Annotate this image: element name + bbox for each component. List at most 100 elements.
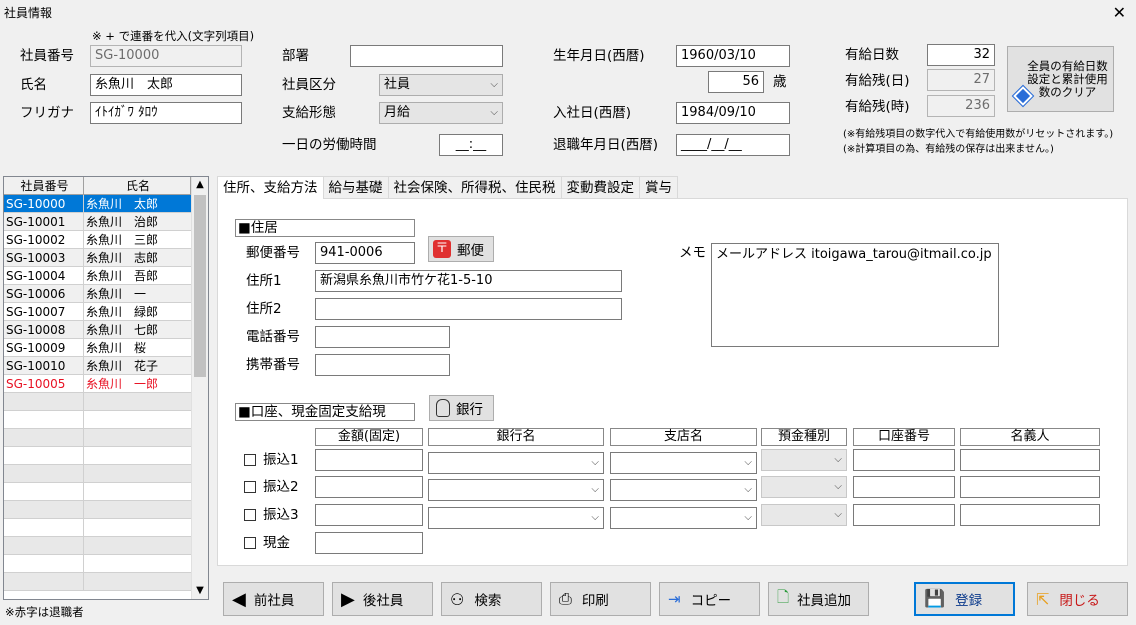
table-row[interactable] xyxy=(4,447,208,465)
account-no-field[interactable] xyxy=(853,504,955,526)
table-row[interactable]: SG-10002 糸魚川 三郎 xyxy=(4,231,208,249)
tab-salary-basis[interactable]: 給与基礎 xyxy=(322,176,389,198)
join-field[interactable]: 1984/09/10 xyxy=(676,102,790,124)
add-employee-button[interactable]: 🗋 社員追加 xyxy=(768,582,869,616)
bank-name-select[interactable]: ⌵ xyxy=(428,507,604,529)
deposit-type-select[interactable]: ⌵ xyxy=(761,476,847,498)
scroll-thumb[interactable] xyxy=(194,195,206,377)
row-checkbox[interactable] xyxy=(244,481,256,493)
holder-field[interactable] xyxy=(960,449,1100,471)
tab-bonus[interactable]: 賞与 xyxy=(639,176,678,198)
cell-emp-no xyxy=(4,429,84,447)
scrollbar[interactable]: ▲ ▼ xyxy=(191,177,208,599)
dept-field[interactable] xyxy=(350,45,503,67)
close-button[interactable]: ⇱ 閉じる xyxy=(1027,582,1128,616)
chevron-down-icon: ⌵ xyxy=(744,457,752,468)
deposit-type-select[interactable]: ⌵ xyxy=(761,449,847,471)
cell-emp-no xyxy=(4,537,84,555)
close-icon[interactable]: ✕ xyxy=(1113,3,1126,22)
bank-name-select[interactable]: ⌵ xyxy=(428,479,604,501)
leave-rem-day-field[interactable]: 27 xyxy=(927,69,995,91)
name-field[interactable]: 糸魚川 太郎 xyxy=(90,74,242,96)
scroll-down-icon[interactable]: ▼ xyxy=(192,583,208,599)
tab-insurance-tax[interactable]: 社会保険、所得税、住民税 xyxy=(387,176,562,198)
amount-field[interactable] xyxy=(315,449,423,471)
cell-name xyxy=(84,501,191,519)
amount-field[interactable] xyxy=(315,532,423,554)
holder-field[interactable] xyxy=(960,504,1100,526)
tab-variable-cost[interactable]: 変動費設定 xyxy=(560,176,640,198)
retire-field[interactable]: ____/__/__ xyxy=(676,134,790,156)
table-row[interactable] xyxy=(4,483,208,501)
branch-select[interactable]: ⌵ xyxy=(610,479,757,501)
hours-field[interactable]: __:__ xyxy=(439,134,503,156)
table-row[interactable]: SG-10008 糸魚川 七郎 xyxy=(4,321,208,339)
cell-emp-no: SG-10009 xyxy=(4,339,84,357)
branch-select[interactable]: ⌵ xyxy=(610,507,757,529)
addr1-field[interactable]: 新潟県糸魚川市竹ケ花1-5-10 xyxy=(315,270,622,292)
leave-days-field[interactable]: 32 xyxy=(927,44,995,66)
table-row[interactable] xyxy=(4,429,208,447)
clear-leave-button[interactable]: 全員の有給日数設定と累計使用数のクリア xyxy=(1007,46,1114,112)
bank-name-select[interactable]: ⌵ xyxy=(428,452,604,474)
table-row[interactable]: SG-10001 糸魚川 治郎 xyxy=(4,213,208,231)
kana-field[interactable]: ｲﾄｲｶﾞﾜ ﾀﾛｳ xyxy=(90,102,242,124)
amount-field[interactable] xyxy=(315,476,423,498)
deposit-type-select[interactable]: ⌵ xyxy=(761,504,847,526)
table-row[interactable]: SG-10007 糸魚川 緑郎 xyxy=(4,303,208,321)
branch-select[interactable]: ⌵ xyxy=(610,452,757,474)
tab-address[interactable]: 住所、支給方法 xyxy=(217,176,324,199)
leave-rem-hour-field[interactable]: 236 xyxy=(927,95,995,117)
addr2-field[interactable] xyxy=(315,298,622,320)
row-checkbox[interactable] xyxy=(244,537,256,549)
bank-button[interactable]: 銀行 xyxy=(429,395,494,421)
birth-field[interactable]: 1960/03/10 xyxy=(676,45,790,67)
copy-button[interactable]: ⇥ コピー xyxy=(659,582,760,616)
zip-field[interactable]: 941-0006 xyxy=(315,242,415,264)
account-no-field[interactable] xyxy=(853,476,955,498)
prev-employee-button[interactable]: ◀ 前社員 xyxy=(223,582,324,616)
account-no-field[interactable] xyxy=(853,449,955,471)
pay-select[interactable]: 月給 ⌵ xyxy=(379,102,503,124)
amount-field[interactable] xyxy=(315,504,423,526)
cell-emp-no xyxy=(4,447,84,465)
tel-field[interactable] xyxy=(315,326,450,348)
table-row[interactable]: SG-10000 糸魚川 太郎 xyxy=(4,195,208,213)
amount-header: 金額(固定) xyxy=(315,428,423,446)
memo-field[interactable]: メールアドレス itoigawa_tarou@itmail.co.jp xyxy=(711,243,999,347)
save-button[interactable]: 💾 登録 xyxy=(914,582,1015,616)
table-row[interactable] xyxy=(4,465,208,483)
next-employee-button[interactable]: ▶ 後社員 xyxy=(332,582,433,616)
holder-field[interactable] xyxy=(960,476,1100,498)
row-label: 振込3 xyxy=(263,507,299,523)
table-row[interactable] xyxy=(4,555,208,573)
cell-emp-no: SG-10002 xyxy=(4,231,84,249)
search-button[interactable]: ⚇ 検索 xyxy=(441,582,542,616)
scroll-up-icon[interactable]: ▲ xyxy=(192,177,208,193)
mobile-field[interactable] xyxy=(315,354,450,376)
table-row[interactable] xyxy=(4,393,208,411)
employee-list[interactable]: 社員番号 氏名 SG-10000 糸魚川 太郎 SG-10001 糸魚川 治郎 SG-1… xyxy=(3,176,209,600)
print-button[interactable]: ⎙ 印刷 xyxy=(550,582,651,616)
table-row[interactable] xyxy=(4,573,208,591)
table-row[interactable] xyxy=(4,501,208,519)
table-row[interactable] xyxy=(4,411,208,429)
row-checkbox[interactable] xyxy=(244,509,256,521)
table-row[interactable] xyxy=(4,519,208,537)
row-checkbox[interactable] xyxy=(244,454,256,466)
cell-name: 糸魚川 一 xyxy=(84,285,191,303)
table-row[interactable] xyxy=(4,537,208,555)
table-row[interactable]: SG-10004 糸魚川 吾郎 xyxy=(4,267,208,285)
table-row[interactable]: SG-10009 糸魚川 桜 xyxy=(4,339,208,357)
table-row[interactable]: SG-10003 糸魚川 志郎 xyxy=(4,249,208,267)
retired-note: ※赤字は退職者 xyxy=(5,605,84,619)
emp-no-field[interactable]: SG-10000 xyxy=(90,45,242,67)
age-field[interactable]: 56 xyxy=(708,71,764,93)
table-row[interactable]: SG-10006 糸魚川 一 xyxy=(4,285,208,303)
postal-button[interactable]: 〒 郵便 xyxy=(428,236,494,262)
cell-name: 糸魚川 志郎 xyxy=(84,249,191,267)
table-row[interactable]: SG-10010 糸魚川 花子 xyxy=(4,357,208,375)
name-label: 氏名 xyxy=(20,77,47,93)
category-select[interactable]: 社員 ⌵ xyxy=(379,74,503,96)
table-row[interactable]: SG-10005 糸魚川 一郎 xyxy=(4,375,208,393)
